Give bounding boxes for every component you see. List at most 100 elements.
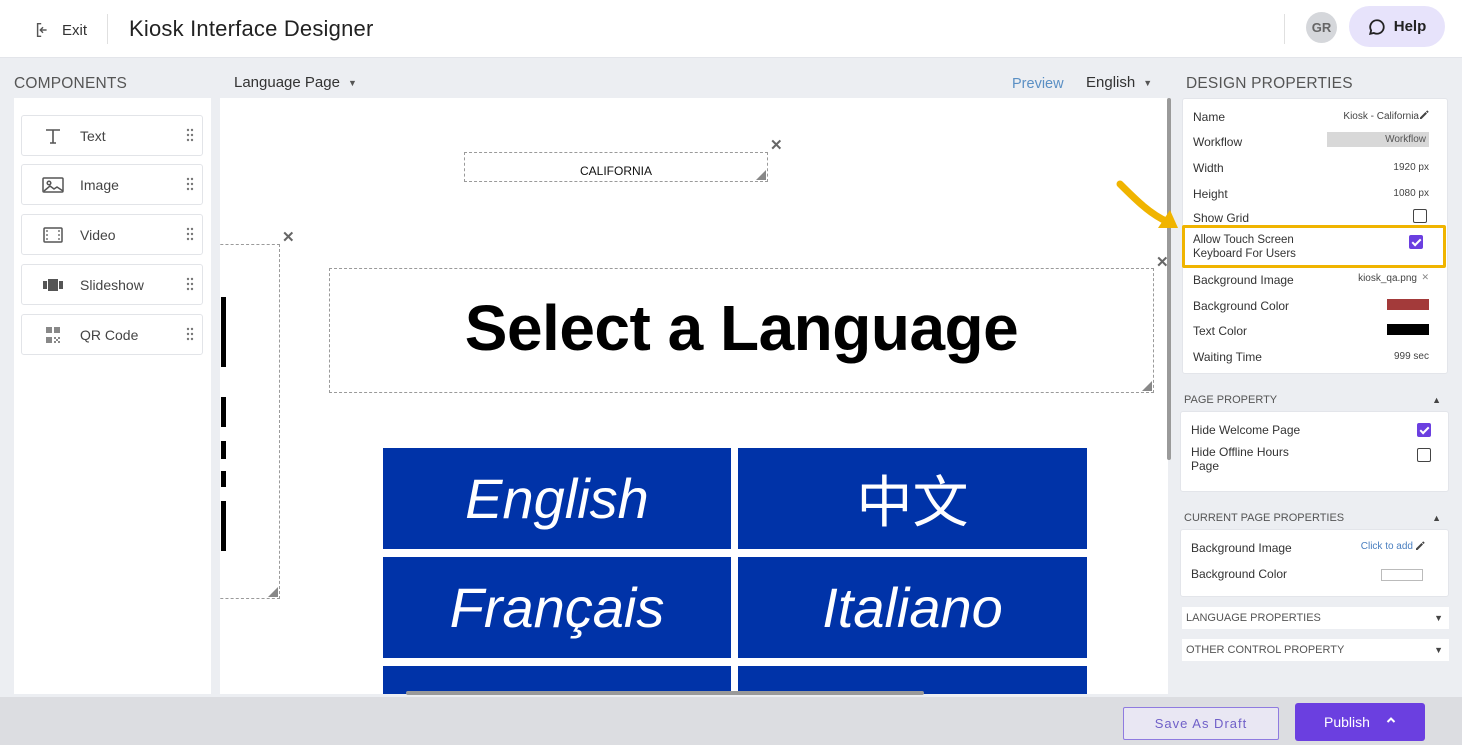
help-button[interactable]: Help <box>1349 6 1445 47</box>
click-to-add-link[interactable]: Click to add <box>1361 541 1413 552</box>
current-bg-image-row: Background Image Click to add <box>1191 541 1427 555</box>
app-title: Kiosk Interface Designer <box>129 16 374 41</box>
show-grid-label: Show Grid <box>1193 211 1250 225</box>
component-slideshow[interactable]: Slideshow <box>21 264 203 305</box>
page-select-value: Language Page <box>234 74 340 91</box>
chevron-up-icon[interactable] <box>1386 715 1396 725</box>
exit-button[interactable]: Exit <box>34 21 87 39</box>
avatar[interactable]: GR <box>1306 12 1337 43</box>
drag-handle-icon[interactable] <box>186 128 194 142</box>
drag-handle-icon[interactable] <box>186 177 194 191</box>
exit-icon <box>36 22 47 38</box>
component-video[interactable]: Video <box>21 214 203 255</box>
component-image[interactable]: Image <box>21 164 203 205</box>
language-button[interactable] <box>738 666 1087 694</box>
remove-icon[interactable]: ✕ <box>1421 272 1429 283</box>
location-text: CALIFORNIA <box>579 164 652 178</box>
image-element[interactable] <box>220 244 280 599</box>
hide-offline-row: Hide Offline Hours Page <box>1191 445 1431 473</box>
publish-button[interactable]: Publish <box>1295 703 1425 741</box>
current-page-properties-header[interactable]: CURRENT PAGE PROPERTIES ▲ <box>1180 508 1449 528</box>
page-property-header[interactable]: PAGE PROPERTY ▲ <box>1180 390 1449 410</box>
show-grid-checkbox[interactable] <box>1413 209 1427 223</box>
height-value[interactable]: 1080 px <box>1393 188 1429 199</box>
workflow-row: Workflow Workflow <box>1193 132 1429 149</box>
name-value: Kiosk - California <box>1343 111 1419 122</box>
design-properties-heading: DESIGN PROPERTIES <box>1186 75 1353 92</box>
caret-down-icon: ▼ <box>347 77 357 88</box>
caret-down-icon: ▼ <box>1143 77 1153 88</box>
exit-label: Exit <box>62 21 88 39</box>
publish-label: Publish <box>1324 714 1370 730</box>
workflow-field[interactable]: Workflow <box>1327 132 1429 147</box>
hide-welcome-label: Hide Welcome Page <box>1191 423 1301 437</box>
horizontal-scrollbar[interactable] <box>406 691 924 695</box>
close-icon[interactable]: ✕ <box>770 138 783 153</box>
language-button-french[interactable]: Français <box>383 557 731 658</box>
waiting-time-value[interactable]: 999 sec <box>1394 351 1429 362</box>
height-row: Height 1080 px <box>1193 187 1429 201</box>
component-label: QR Code <box>80 326 139 343</box>
current-page-properties-card: Background Image Click to add Background… <box>1180 529 1449 597</box>
component-label: Video <box>80 226 116 243</box>
design-canvas[interactable]: CALIFORNIA ✕ ✕ Select a Language ✕ Engli… <box>220 98 1168 694</box>
text-color-label: Text Color <box>1193 324 1248 338</box>
image-element-bar <box>221 297 226 367</box>
canvas-title: Select a Language <box>464 292 1019 364</box>
background-image-row: Background Image kiosk_qa.png ✕ <box>1193 272 1429 287</box>
drag-handle-icon[interactable] <box>186 227 194 241</box>
language-button-italian[interactable]: Italiano <box>738 557 1087 658</box>
qr-code-icon <box>42 326 64 344</box>
workflow-label: Workflow <box>1193 135 1243 149</box>
current-bg-color-swatch[interactable] <box>1381 569 1423 581</box>
title-text-element[interactable]: Select a Language <box>329 268 1154 393</box>
resize-handle[interactable] <box>1142 381 1152 391</box>
close-icon[interactable]: ✕ <box>282 230 295 245</box>
page-property-heading: PAGE PROPERTY <box>1184 394 1278 406</box>
language-properties-heading: LANGUAGE PROPERTIES <box>1186 612 1321 624</box>
waiting-time-label: Waiting Time <box>1193 350 1262 364</box>
expand-down-icon: ▼ <box>1434 645 1443 655</box>
save-as-draft-button[interactable]: Save As Draft <box>1123 707 1279 740</box>
hide-welcome-checkbox[interactable] <box>1417 423 1431 437</box>
component-text[interactable]: Text <box>21 115 203 156</box>
location-text-element[interactable]: CALIFORNIA <box>464 152 768 182</box>
video-icon <box>42 226 64 244</box>
collapse-up-icon: ▲ <box>1432 395 1441 405</box>
background-color-row: Background Color <box>1193 299 1429 313</box>
component-label: Slideshow <box>80 276 144 293</box>
text-color-swatch[interactable] <box>1387 324 1429 335</box>
language-properties-header[interactable]: LANGUAGE PROPERTIES ▼ <box>1182 607 1449 629</box>
chat-bubble-icon <box>1368 18 1385 35</box>
hide-offline-checkbox[interactable] <box>1417 448 1431 462</box>
component-label: Text <box>80 127 106 144</box>
pencil-icon[interactable] <box>1419 110 1429 120</box>
pencil-icon[interactable] <box>1415 541 1425 551</box>
component-qr-code[interactable]: QR Code <box>21 314 203 355</box>
language-button-chinese[interactable]: 中文 <box>738 448 1087 549</box>
hide-offline-label-line-1: Hide Offline Hours <box>1191 445 1289 459</box>
image-element-bar <box>221 471 226 487</box>
resize-handle[interactable] <box>268 587 278 597</box>
other-control-property-header[interactable]: OTHER CONTROL PROPERTY ▼ <box>1182 639 1449 661</box>
collapse-up-icon: ▲ <box>1432 513 1441 523</box>
page-property-card: Hide Welcome Page Hide Offline Hours Pag… <box>1180 411 1449 492</box>
language-select[interactable]: English ▼ <box>1086 74 1152 91</box>
resize-handle[interactable] <box>756 170 766 180</box>
width-value[interactable]: 1920 px <box>1393 162 1429 173</box>
background-image-label: Background Image <box>1193 273 1294 287</box>
language-button[interactable] <box>383 666 731 694</box>
image-element-bar <box>221 501 226 551</box>
header-divider-right <box>1284 14 1285 44</box>
drag-handle-icon[interactable] <box>186 277 194 291</box>
language-button-english[interactable]: English <box>383 448 731 549</box>
page-select[interactable]: Language Page ▼ <box>234 74 357 91</box>
drag-handle-icon[interactable] <box>186 327 194 341</box>
components-panel: Text Image Video Slideshow QR Code <box>14 98 211 694</box>
annotation-highlight-box <box>1182 225 1446 268</box>
show-grid-row: Show Grid <box>1193 209 1429 225</box>
preview-link[interactable]: Preview <box>1012 76 1064 92</box>
background-color-swatch[interactable] <box>1387 299 1429 310</box>
background-color-label: Background Color <box>1193 299 1290 313</box>
vertical-scrollbar[interactable] <box>1167 98 1171 460</box>
